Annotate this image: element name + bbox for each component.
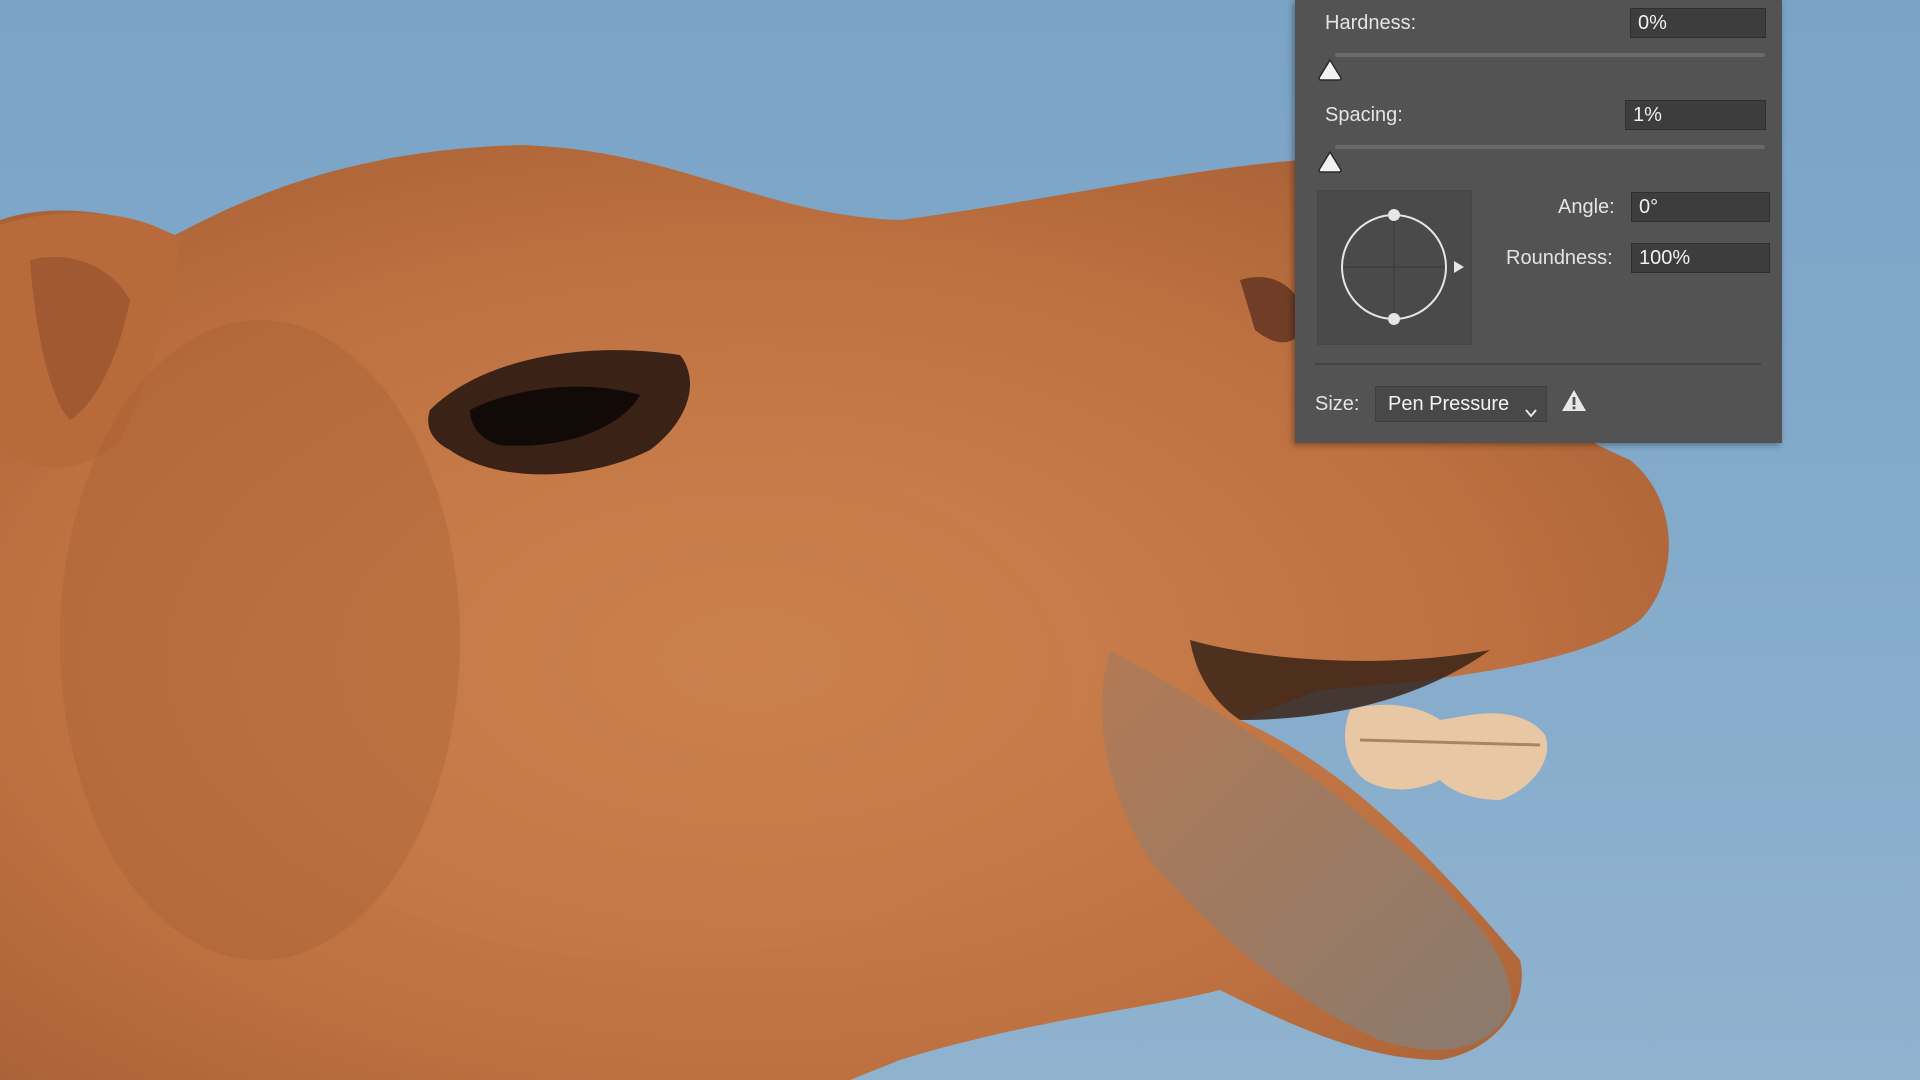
section-divider xyxy=(1315,363,1761,365)
roundness-input[interactable]: 100% xyxy=(1631,243,1770,273)
roundness-label: Roundness: xyxy=(1506,247,1613,269)
spacing-label: Spacing: xyxy=(1325,104,1403,126)
slider-thumb-icon xyxy=(1318,150,1342,173)
hardness-label: Hardness: xyxy=(1325,12,1417,34)
angle-input[interactable]: 0° xyxy=(1631,192,1770,222)
brush-tip-shape-panel: Hardness: 0% Spacing: 1% Angle: 0° Round… xyxy=(1295,0,1782,443)
hardness-input[interactable]: 0% xyxy=(1630,8,1766,38)
slider-thumb-icon xyxy=(1318,58,1342,81)
angle-label: Angle: xyxy=(1558,196,1615,218)
spacing-input[interactable]: 1% xyxy=(1625,100,1766,130)
brush-angle-preview-icon xyxy=(1341,209,1464,325)
spacing-slider-track[interactable] xyxy=(1335,145,1765,149)
chevron-down-icon xyxy=(1524,397,1538,431)
size-label: Size: xyxy=(1315,393,1360,415)
size-control-dropdown[interactable]: Pen Pressure xyxy=(1375,386,1547,422)
brush-angle-preview[interactable] xyxy=(1317,190,1472,345)
size-control-value: Pen Pressure xyxy=(1388,393,1510,415)
hardness-slider-track[interactable] xyxy=(1335,53,1765,57)
warning-icon[interactable] xyxy=(1560,388,1588,420)
